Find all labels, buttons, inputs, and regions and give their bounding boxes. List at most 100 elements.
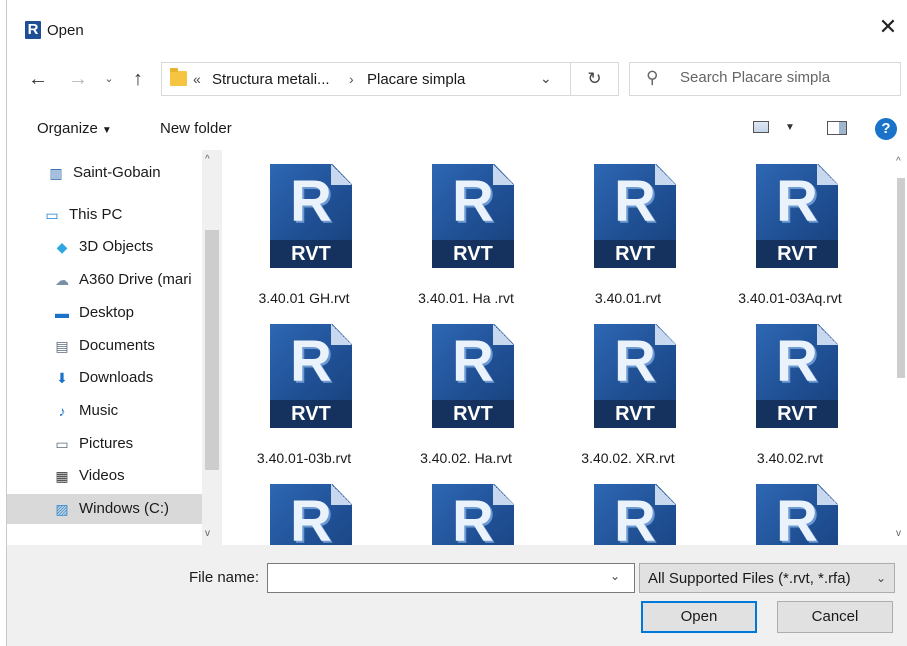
- sidebar-item[interactable]: ▤ Documents: [7, 331, 202, 361]
- sidebar-item-label: Downloads: [79, 369, 154, 386]
- file-type-select[interactable]: All Supported Files (*.rvt, *.rfa) ⌄: [639, 563, 895, 593]
- scroll-up-icon[interactable]: ^: [896, 156, 901, 167]
- sidebar-item-label: Desktop: [79, 304, 135, 321]
- computer-icon: ▭: [45, 207, 59, 223]
- organize-button[interactable]: Organize ▼: [37, 120, 112, 137]
- breadcrumb-overflow-icon[interactable]: «: [193, 71, 201, 87]
- revit-file-icon: R: [432, 484, 514, 545]
- file-item[interactable]: R: [553, 470, 703, 545]
- scroll-down-icon[interactable]: v: [205, 528, 210, 539]
- view-options-caret-icon[interactable]: ▼: [785, 122, 795, 133]
- address-dropdown-icon[interactable]: ⌄: [540, 70, 552, 87]
- search-icon: ⚲: [646, 68, 659, 87]
- file-name: 3.40.01-03b.rvt: [256, 450, 352, 466]
- breadcrumb-segment-structura[interactable]: Structura metali...: [212, 71, 330, 88]
- file-name-input[interactable]: [267, 563, 635, 593]
- file-item[interactable]: R RVT 3.40.01-03b.rvt: [229, 310, 379, 470]
- revit-file-icon: R RVT: [270, 164, 352, 282]
- file-item[interactable]: R RVT 3.40.01-03Aq.rvt: [715, 150, 865, 310]
- sidebar-item[interactable]: ♪ Music: [7, 396, 202, 426]
- recent-locations-chevron-icon[interactable]: ⌄: [101, 65, 117, 93]
- search-box[interactable]: ⚲: [629, 62, 901, 96]
- sidebar-item[interactable]: ▭ Pictures: [7, 429, 202, 459]
- dialog-footer: File name: ⌄ All Supported Files (*.rvt,…: [7, 545, 907, 646]
- scrollbar-thumb[interactable]: [897, 178, 905, 378]
- close-button[interactable]: ✕: [876, 16, 900, 40]
- help-icon[interactable]: ?: [875, 118, 897, 140]
- file-list: R RVT 3.40.01 GH.rvt R RVT 3.40.01. Ha .rvt R R…: [229, 150, 894, 545]
- sidebar-item-label: A360 Drive (mari: [79, 271, 192, 288]
- navigation-bar: ← → ⌄ ↑ « Structura metali... › Placare …: [7, 56, 907, 102]
- file-list-scrollbar[interactable]: ^ v: [894, 150, 907, 545]
- file-type-badge: RVT: [432, 240, 514, 268]
- preview-pane-icon[interactable]: [827, 121, 847, 135]
- pictures-icon: ▭: [55, 436, 69, 452]
- file-name: 3.40.01-03Aq.rvt: [738, 290, 842, 306]
- document-icon: ▤: [55, 338, 69, 354]
- sidebar-item-label: Saint-Gobain: [73, 164, 161, 181]
- file-name: 3.40.01. Ha .rvt: [418, 290, 514, 306]
- address-bar[interactable]: « Structura metali... › Placare simpla ⌄: [161, 62, 571, 96]
- file-item[interactable]: R RVT 3.40.01 GH.rvt: [229, 150, 379, 310]
- sidebar-item[interactable]: ▬ Desktop: [7, 298, 202, 328]
- file-type-value: All Supported Files (*.rvt, *.rfa): [648, 570, 851, 587]
- navigation-pane-scrollbar[interactable]: ^ v: [202, 150, 222, 545]
- search-input[interactable]: [680, 69, 890, 86]
- back-arrow-icon[interactable]: ←: [25, 65, 51, 93]
- dialog-title: Open: [47, 22, 84, 39]
- file-item[interactable]: R RVT 3.40.01.rvt: [553, 150, 703, 310]
- music-note-icon: ♪: [58, 403, 66, 419]
- file-item[interactable]: R RVT 3.40.01. Ha .rvt: [391, 150, 541, 310]
- file-item[interactable]: R: [391, 470, 541, 545]
- sidebar-item[interactable]: ▦ Videos: [7, 461, 202, 491]
- sidebar-item-label: This PC: [69, 206, 123, 223]
- file-type-badge: RVT: [594, 400, 676, 428]
- folder-icon: [170, 68, 187, 86]
- up-arrow-icon[interactable]: ↑: [127, 65, 149, 93]
- file-name: 3.40.02. XR.rvt: [581, 450, 675, 466]
- scroll-down-icon[interactable]: v: [896, 528, 901, 539]
- film-icon: ▦: [55, 468, 69, 484]
- revit-file-icon: R RVT: [594, 324, 676, 442]
- cube-icon: ◆: [56, 239, 68, 255]
- file-item[interactable]: R: [715, 470, 865, 545]
- change-view-icon[interactable]: [753, 121, 769, 133]
- sidebar-item-label: Music: [79, 402, 119, 419]
- revit-file-icon: R RVT: [432, 324, 514, 442]
- file-type-badge: RVT: [270, 400, 352, 428]
- sidebar-item-label: Videos: [79, 467, 125, 484]
- revit-file-icon: R: [594, 484, 676, 545]
- breadcrumb-separator-icon[interactable]: ›: [349, 71, 354, 87]
- file-item[interactable]: R RVT 3.40.02.rvt: [715, 310, 865, 470]
- file-name-label: File name:: [189, 569, 260, 586]
- sidebar-item-label: Windows (C:): [79, 500, 170, 517]
- revit-file-icon: R: [270, 484, 352, 545]
- cancel-button[interactable]: Cancel: [777, 601, 893, 633]
- cloud-drive-icon: ☁: [55, 272, 69, 288]
- sidebar-item[interactable]: ▥ Saint-Gobain: [7, 158, 202, 188]
- file-type-badge: RVT: [270, 240, 352, 268]
- revit-file-icon: R RVT: [594, 164, 676, 282]
- open-dialog: R Open ✕ ← → ⌄ ↑ « Structura metali... ›…: [6, 0, 907, 646]
- file-name: 3.40.02.rvt: [756, 450, 824, 466]
- revit-file-icon: R RVT: [756, 324, 838, 442]
- sidebar-item[interactable]: ⬇ Downloads: [7, 363, 202, 393]
- refresh-icon[interactable]: ↻: [571, 62, 619, 96]
- new-folder-button[interactable]: New folder: [160, 120, 232, 137]
- sidebar-item[interactable]: ▨ Windows (C:): [7, 494, 202, 524]
- sidebar-item[interactable]: ◆ 3D Objects: [7, 232, 202, 262]
- file-name-dropdown-icon[interactable]: ⌄: [610, 569, 620, 583]
- organize-caret-icon: ▼: [101, 125, 112, 136]
- scroll-up-icon[interactable]: ^: [205, 154, 210, 165]
- file-item[interactable]: R RVT 3.40.02. XR.rvt: [553, 310, 703, 470]
- download-arrow-icon: ⬇: [56, 370, 68, 386]
- sidebar-item[interactable]: ☁ A360 Drive (mari: [7, 265, 202, 295]
- scrollbar-thumb[interactable]: [205, 230, 219, 470]
- file-item[interactable]: R RVT 3.40.02. Ha.rvt: [391, 310, 541, 470]
- file-item[interactable]: R: [229, 470, 379, 545]
- forward-arrow-icon[interactable]: →: [67, 65, 89, 93]
- breadcrumb-segment-placare[interactable]: Placare simpla: [367, 71, 465, 88]
- open-button[interactable]: Open: [641, 601, 757, 633]
- sidebar-item[interactable]: ▭ This PC: [7, 200, 202, 230]
- sidebar-item-label: Documents: [79, 337, 155, 354]
